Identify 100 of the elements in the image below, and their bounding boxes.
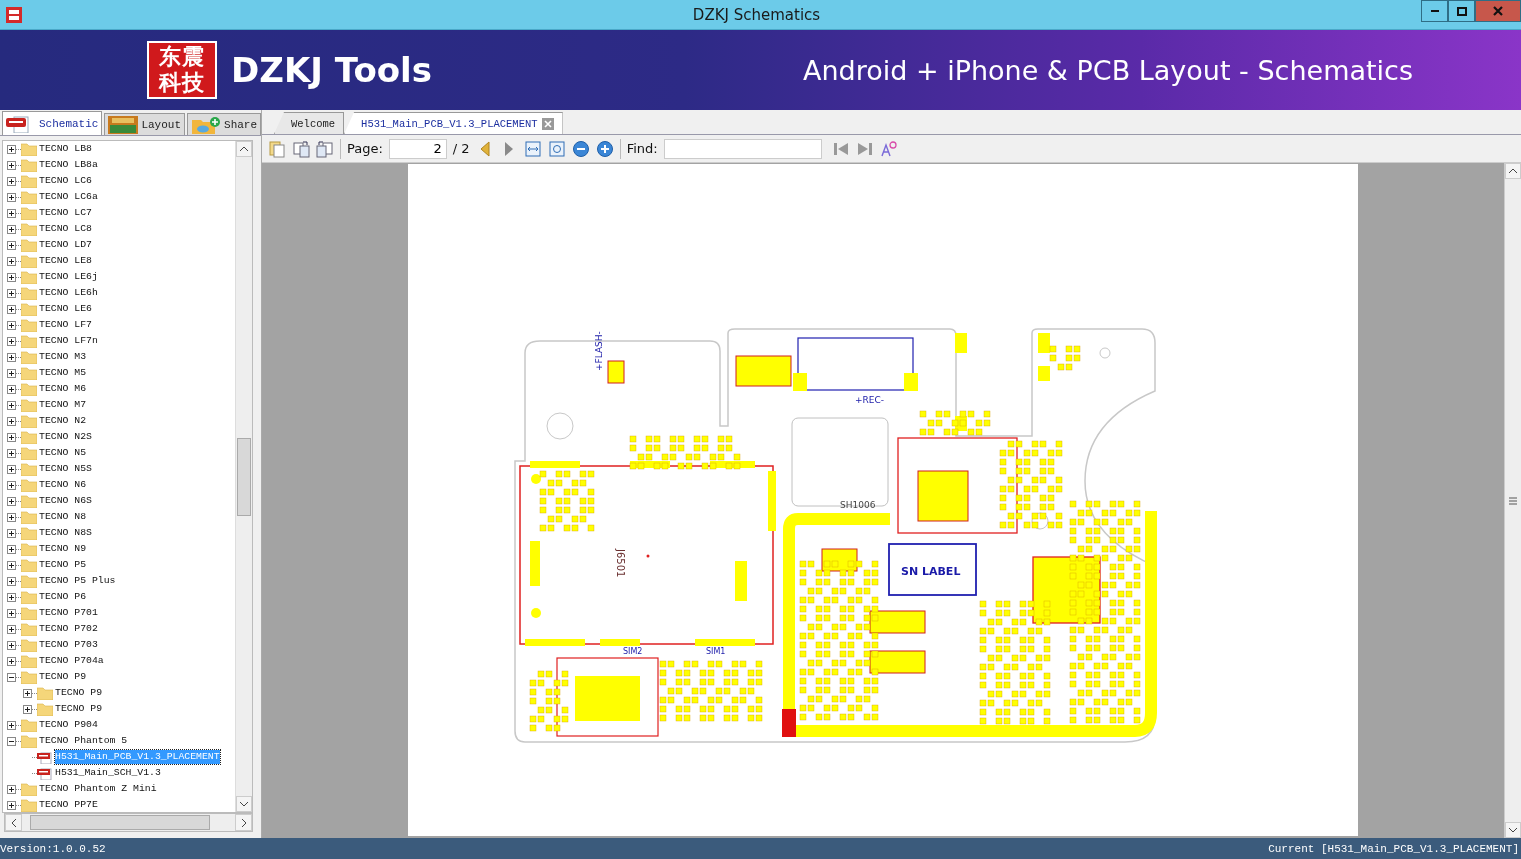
rotate-right-icon[interactable]	[292, 139, 310, 158]
tree-item[interactable]: TECNO N5	[39, 446, 87, 460]
tree-item[interactable]: TECNO P703	[39, 638, 98, 652]
scroll-left-icon[interactable]	[10, 817, 17, 828]
text-style-icon[interactable]	[879, 139, 898, 158]
tree-item[interactable]: TECNO P704a	[39, 654, 104, 668]
expand-icon[interactable]	[7, 224, 16, 234]
tree-item[interactable]: TECNO Phantom 5	[39, 734, 128, 748]
expand-icon[interactable]	[7, 544, 16, 554]
tree-item[interactable]: TECNO N6	[39, 478, 87, 492]
scroll-down-icon[interactable]	[239, 801, 249, 807]
tree-item[interactable]: TECNO LB8	[39, 142, 92, 156]
panel-tab[interactable]: Layout	[104, 113, 186, 135]
scrollbar-thumb[interactable]	[30, 815, 210, 830]
expand-icon[interactable]	[7, 320, 16, 330]
expand-icon[interactable]	[7, 384, 16, 394]
expand-icon[interactable]	[23, 704, 32, 714]
document-tab[interactable]: Welcome	[274, 112, 345, 134]
expand-icon[interactable]	[7, 608, 16, 618]
expand-icon[interactable]	[7, 368, 16, 378]
tree-item[interactable]: TECNO P6	[39, 590, 87, 604]
tree-item[interactable]: TECNO N2	[39, 414, 87, 428]
scrollbar-thumb[interactable]	[237, 437, 251, 516]
tree-item[interactable]: TECNO LE6h	[39, 286, 98, 300]
tree-item[interactable]: TECNO P9	[55, 702, 103, 716]
expand-icon[interactable]	[7, 656, 16, 666]
fit-page-icon[interactable]	[547, 139, 566, 158]
expand-icon[interactable]	[7, 464, 16, 474]
horizontal-scrollbar[interactable]	[4, 813, 253, 832]
scroll-right-icon[interactable]	[240, 817, 247, 828]
tree-item[interactable]: TECNO M6	[39, 382, 87, 396]
scroll-up-icon[interactable]	[1508, 168, 1518, 174]
tree-item[interactable]: TECNO LE6	[39, 302, 92, 316]
tree-item[interactable]: TECNO P701	[39, 606, 98, 620]
expand-icon[interactable]	[7, 288, 16, 298]
expand-icon[interactable]	[7, 352, 16, 362]
tree-item[interactable]: TECNO N8S	[39, 526, 92, 540]
maximize-button[interactable]	[1448, 0, 1475, 22]
tree-item[interactable]: TECNO LC8	[39, 222, 92, 236]
expand-icon[interactable]	[7, 432, 16, 442]
tree-item[interactable]: TECNO P9	[39, 670, 87, 684]
expand-icon[interactable]	[7, 256, 16, 266]
tree-item[interactable]: TECNO LE6j	[39, 270, 98, 284]
expand-icon[interactable]	[7, 160, 16, 170]
expand-icon[interactable]	[7, 192, 16, 202]
tree-item[interactable]: TECNO LC6a	[39, 190, 98, 204]
collapse-icon[interactable]	[7, 672, 16, 682]
tree-item[interactable]: TECNO LF7n	[39, 334, 98, 348]
expand-icon[interactable]	[7, 272, 16, 282]
expand-icon[interactable]	[7, 784, 16, 794]
expand-icon[interactable]	[7, 496, 16, 506]
tree-item[interactable]: TECNO N5S	[39, 462, 92, 476]
expand-icon[interactable]	[7, 240, 16, 250]
expand-icon[interactable]	[7, 176, 16, 186]
tree-item[interactable]: H531_Main_SCH_V1.3	[55, 766, 161, 780]
expand-icon[interactable]	[7, 304, 16, 314]
vertical-scrollbar[interactable]	[1504, 163, 1521, 838]
tree-item[interactable]: TECNO LD7	[39, 238, 92, 252]
expand-icon[interactable]	[7, 640, 16, 650]
expand-icon[interactable]	[7, 144, 16, 154]
tree-item[interactable]: TECNO P9	[55, 686, 103, 700]
fit-width-icon[interactable]	[523, 139, 542, 158]
tree-item[interactable]: TECNO P5 Plus	[39, 574, 116, 588]
tree-item[interactable]: TECNO LF7	[39, 318, 92, 332]
tree-item[interactable]: TECNO PP7E	[39, 798, 98, 812]
expand-icon[interactable]	[7, 624, 16, 634]
expand-icon[interactable]	[7, 448, 16, 458]
zoom-in-icon[interactable]	[595, 139, 614, 158]
tree-item[interactable]: TECNO M3	[39, 350, 87, 364]
close-tab-icon[interactable]	[541, 117, 554, 130]
expand-icon[interactable]	[23, 688, 32, 698]
minimize-button[interactable]	[1421, 0, 1448, 22]
tree-item[interactable]: TECNO Phantom Z Mini	[39, 782, 157, 796]
panel-tab[interactable]: Share	[187, 113, 262, 135]
document-tab[interactable]: H531_Main_PCB_V1.3_PLACEMENT	[344, 112, 563, 134]
expand-icon[interactable]	[7, 560, 16, 570]
expand-icon[interactable]	[7, 416, 16, 426]
panel-tab[interactable]: Schematic	[2, 111, 103, 135]
tree-item[interactable]: TECNO LC6	[39, 174, 92, 188]
expand-icon[interactable]	[7, 800, 16, 810]
tree-item[interactable]: TECNO P702	[39, 622, 98, 636]
expand-icon[interactable]	[7, 528, 16, 538]
expand-icon[interactable]	[7, 576, 16, 586]
rotate-left-icon[interactable]	[316, 139, 334, 158]
tree-item[interactable]: TECNO N2S	[39, 430, 92, 444]
scroll-up-icon[interactable]	[239, 146, 249, 152]
tree-item[interactable]: TECNO LC7	[39, 206, 92, 220]
vertical-scrollbar[interactable]	[235, 141, 252, 812]
page-number-field[interactable]: 2	[388, 138, 447, 159]
find-field[interactable]	[663, 138, 822, 159]
expand-icon[interactable]	[7, 592, 16, 602]
expand-icon[interactable]	[7, 480, 16, 490]
tree-item[interactable]: TECNO M5	[39, 366, 87, 380]
expand-icon[interactable]	[7, 720, 16, 730]
zoom-out-icon[interactable]	[571, 139, 590, 158]
collapse-icon[interactable]	[7, 736, 16, 746]
scroll-down-icon[interactable]	[1508, 827, 1518, 833]
expand-icon[interactable]	[7, 400, 16, 410]
expand-icon[interactable]	[7, 336, 16, 346]
tree-item[interactable]: TECNO LB8a	[39, 158, 98, 172]
